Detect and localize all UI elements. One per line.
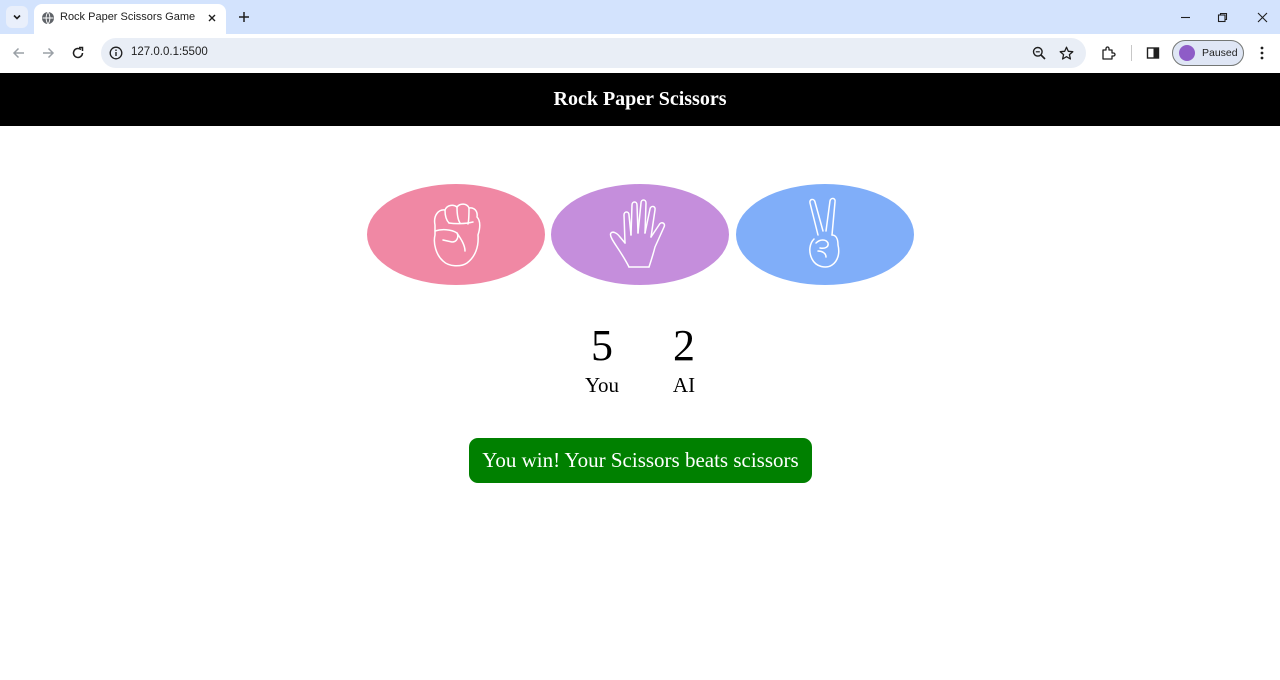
scissors-hand-icon [809, 197, 840, 268]
plus-icon [239, 12, 249, 22]
rock-fist-icon [433, 202, 481, 266]
restore-icon [1217, 12, 1227, 22]
chevron-down-icon [13, 14, 21, 20]
url-input[interactable] [131, 46, 531, 58]
browser-toolbar: Paused [0, 34, 1280, 73]
arrow-left-icon [12, 47, 24, 59]
paper-hand-icon [609, 198, 666, 268]
tab-strip: Rock Paper Scissors Game [0, 0, 1280, 34]
rock-choice-button[interactable] [367, 184, 545, 285]
player-score: 5 You [572, 322, 632, 398]
close-tab-icon[interactable] [204, 10, 220, 26]
extensions-icon[interactable] [1099, 44, 1117, 62]
scissors-choice-button[interactable] [736, 184, 914, 285]
bookmark-star-icon[interactable] [1058, 45, 1074, 61]
forward-button[interactable] [38, 43, 58, 63]
minimize-icon [1180, 16, 1190, 18]
paper-choice-button[interactable] [551, 184, 729, 285]
new-tab-button[interactable] [234, 7, 254, 27]
side-panel-icon[interactable] [1144, 44, 1162, 62]
back-button[interactable] [9, 43, 29, 63]
reload-button[interactable] [68, 43, 88, 63]
more-menu-icon[interactable] [1253, 44, 1271, 62]
page-header: Rock Paper Scissors [0, 73, 1280, 126]
minimize-button[interactable] [1174, 6, 1196, 28]
result-message: You win! Your Scissors beats scissors [469, 438, 812, 483]
ai-score-label: AI [672, 373, 696, 397]
page-title: Rock Paper Scissors [553, 88, 727, 110]
avatar [1179, 45, 1195, 61]
ai-score: 2 AI [654, 322, 714, 398]
toolbar-divider [1131, 45, 1132, 61]
info-icon[interactable] [109, 46, 123, 60]
tab-title: Rock Paper Scissors Game [60, 11, 196, 23]
arrow-right-icon [43, 47, 55, 59]
browser-tab[interactable]: Rock Paper Scissors Game [34, 4, 226, 34]
player-score-label: You [584, 373, 620, 397]
profile-status-label: Paused [1202, 47, 1238, 59]
reload-icon [72, 46, 84, 59]
address-bar[interactable] [101, 38, 1086, 68]
restore-button[interactable] [1211, 6, 1233, 28]
player-score-value: 5 [591, 321, 613, 370]
close-icon [1257, 12, 1267, 22]
tab-search-button[interactable] [6, 6, 28, 28]
profile-button[interactable]: Paused [1172, 40, 1244, 66]
close-window-button[interactable] [1251, 6, 1273, 28]
ai-score-value: 2 [673, 321, 695, 370]
globe-icon [42, 11, 54, 25]
zoom-icon[interactable] [1031, 45, 1047, 61]
